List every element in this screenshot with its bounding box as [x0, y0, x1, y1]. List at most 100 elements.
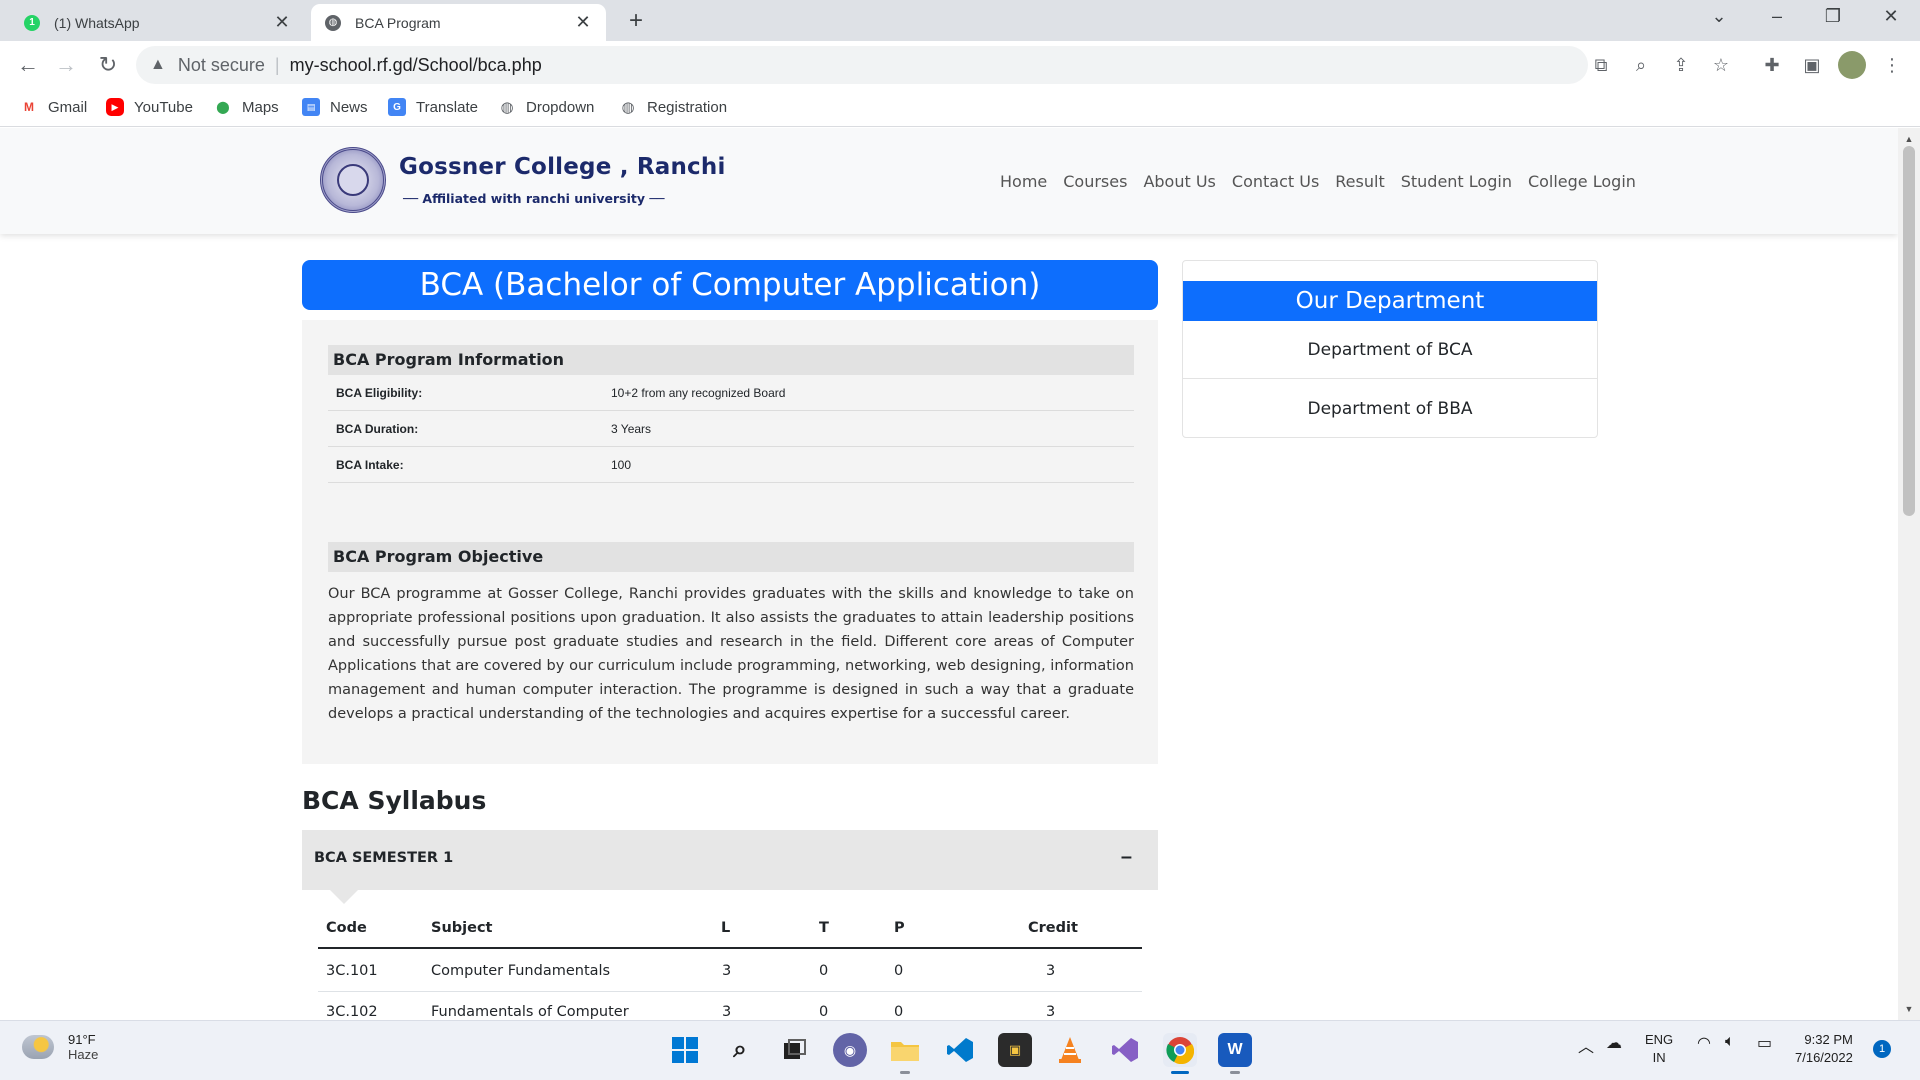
- nav-courses[interactable]: Courses: [1063, 172, 1127, 191]
- wifi-icon[interactable]: ◠: [1697, 1033, 1711, 1053]
- bookmark-label: Dropdown: [526, 98, 595, 116]
- table-header-row: Code Subject L T P Credit: [318, 908, 1142, 949]
- info-key: BCA Intake:: [336, 458, 404, 472]
- word-icon[interactable]: W: [1218, 1033, 1252, 1074]
- time-text: 9:32 PM: [1804, 1032, 1853, 1047]
- college-logo[interactable]: [320, 147, 386, 213]
- date-text: 7/16/2022: [1795, 1050, 1853, 1065]
- objective-heading: BCA Program Objective: [328, 542, 1134, 572]
- scrollbar-thumb[interactable]: [1903, 146, 1915, 516]
- start-icon[interactable]: [668, 1033, 702, 1067]
- forward-icon[interactable]: →: [52, 51, 80, 79]
- bookmark-gmail[interactable]: M Gmail: [20, 98, 87, 116]
- profile-avatar[interactable]: [1838, 51, 1866, 79]
- bookmark-news[interactable]: ▤ News: [302, 98, 368, 116]
- bookmark-dropdown[interactable]: ◍ Dropdown: [498, 98, 595, 117]
- nav-home[interactable]: Home: [1000, 172, 1047, 191]
- reload-icon[interactable]: ↻: [94, 51, 122, 79]
- notification-badge[interactable]: 1: [1873, 1040, 1891, 1058]
- brand-name[interactable]: Gossner College , Ranchi: [399, 154, 726, 180]
- bookmark-label: Registration: [647, 98, 728, 116]
- weather-condition: Haze: [68, 1047, 99, 1062]
- bookmark-translate[interactable]: G Translate: [388, 98, 478, 116]
- battery-icon[interactable]: ▭: [1757, 1033, 1772, 1053]
- tab-bca-program[interactable]: ◍ BCA Program ✕: [311, 4, 606, 41]
- nav-contact-us[interactable]: Contact Us: [1232, 172, 1319, 191]
- restore-icon[interactable]: ❐: [1818, 6, 1848, 27]
- weather-temp: 91°F: [68, 1032, 96, 1047]
- bookmark-label: YouTube: [134, 98, 193, 116]
- program-info-panel: BCA Program Information BCA Eligibility:…: [302, 320, 1158, 764]
- visual-studio-icon[interactable]: [1108, 1033, 1142, 1067]
- close-icon[interactable]: ✕: [574, 12, 592, 33]
- info-value: 10+2 from any recognized Board: [611, 386, 786, 400]
- close-icon[interactable]: ✕: [273, 12, 291, 33]
- bookmark-registration[interactable]: ◍ Registration: [619, 98, 728, 117]
- running-indicator: [900, 1071, 910, 1074]
- tab-whatsapp[interactable]: 1 (1) WhatsApp ✕: [10, 4, 305, 41]
- window-close-icon[interactable]: ✕: [1876, 6, 1906, 27]
- objective-text: Our BCA programme at Gosser College, Ran…: [328, 586, 1134, 722]
- whatsapp-icon: 1: [24, 14, 40, 31]
- task-view-icon[interactable]: [778, 1033, 812, 1067]
- column-header: Code: [326, 920, 367, 936]
- info-value: 3 Years: [611, 422, 652, 436]
- bookmark-maps[interactable]: ⬤ Maps: [214, 98, 278, 116]
- translate-icon: G: [388, 98, 406, 116]
- table-row: 3C.102 Fundamentals of Computer 3 0 0 3: [318, 992, 1142, 1020]
- share-icon[interactable]: ⇪: [1667, 51, 1695, 79]
- file-explorer-icon[interactable]: [888, 1033, 922, 1074]
- table-cell: 3: [1046, 963, 1056, 979]
- bookmark-youtube[interactable]: ▶ YouTube: [106, 98, 193, 116]
- info-row-eligibility: BCA Eligibility: 10+2 from any recognize…: [328, 375, 1134, 411]
- scroll-down-icon[interactable]: ▼: [1903, 1004, 1915, 1014]
- table-cell: 3: [722, 1004, 732, 1020]
- department-bba-link[interactable]: Department of BBA: [1183, 380, 1597, 438]
- page-scrollbar[interactable]: ▲ ▼: [1898, 128, 1920, 1020]
- app-icon[interactable]: ▣: [998, 1033, 1032, 1067]
- bookmark-label: News: [330, 98, 368, 116]
- weather-widget[interactable]: 91°F Haze: [22, 1032, 98, 1062]
- translate-page-icon[interactable]: ⧉: [1587, 51, 1615, 79]
- nav-student-login[interactable]: Student Login: [1401, 172, 1512, 191]
- bookmark-star-icon[interactable]: ☆: [1707, 51, 1735, 79]
- nav-result[interactable]: Result: [1335, 172, 1384, 191]
- address-bar[interactable]: ▲ Not secure | my-school.rf.gd/School/bc…: [136, 46, 1588, 84]
- column-header: Subject: [431, 920, 493, 936]
- new-tab-button[interactable]: +: [622, 7, 650, 35]
- search-icon[interactable]: ⌕: [723, 1033, 757, 1067]
- table-cell: 3C.101: [326, 963, 378, 979]
- info-heading: BCA Program Information: [328, 345, 1134, 375]
- chat-icon[interactable]: ◉: [833, 1033, 867, 1067]
- tray-overflow-icon[interactable]: ︿: [1578, 1033, 1594, 1057]
- scroll-up-icon[interactable]: ▲: [1903, 134, 1915, 144]
- tab-title: (1) WhatsApp: [54, 14, 140, 31]
- chrome-icon[interactable]: [1163, 1033, 1197, 1074]
- clock[interactable]: 9:32 PM 7/16/2022: [1795, 1031, 1853, 1067]
- department-card: Our Department Department of BCA Departm…: [1182, 260, 1598, 438]
- onedrive-icon[interactable]: ☁: [1606, 1033, 1622, 1053]
- back-icon[interactable]: ←: [14, 51, 42, 79]
- globe-icon: ◍: [621, 99, 635, 116]
- column-header: L: [721, 920, 731, 936]
- language-code: ENG: [1645, 1032, 1674, 1047]
- semester-accordion-header[interactable]: BCA SEMESTER 1 –: [302, 830, 1158, 890]
- volume-icon[interactable]: 🔈︎: [1725, 1033, 1735, 1051]
- info-key: BCA Eligibility:: [336, 386, 423, 400]
- table-cell: 0: [819, 963, 829, 979]
- tab-search-icon[interactable]: ⌄: [1704, 6, 1734, 27]
- collapse-icon[interactable]: –: [1121, 846, 1132, 869]
- vscode-icon[interactable]: [943, 1033, 977, 1067]
- nav-about-us[interactable]: About Us: [1143, 172, 1215, 191]
- semester-label: BCA SEMESTER 1: [314, 850, 454, 866]
- minimize-icon[interactable]: –: [1762, 6, 1792, 27]
- zoom-icon[interactable]: ⌕: [1627, 51, 1655, 79]
- extensions-icon[interactable]: ✚: [1758, 51, 1786, 79]
- side-panel-icon[interactable]: ▣: [1798, 51, 1826, 79]
- menu-icon[interactable]: ⋮: [1878, 51, 1906, 79]
- warning-icon: ▲: [150, 56, 166, 73]
- nav-college-login[interactable]: College Login: [1528, 172, 1636, 191]
- department-bca-link[interactable]: Department of BCA: [1183, 321, 1597, 379]
- language-indicator[interactable]: ENG IN: [1645, 1031, 1673, 1067]
- vlc-icon[interactable]: [1053, 1033, 1087, 1067]
